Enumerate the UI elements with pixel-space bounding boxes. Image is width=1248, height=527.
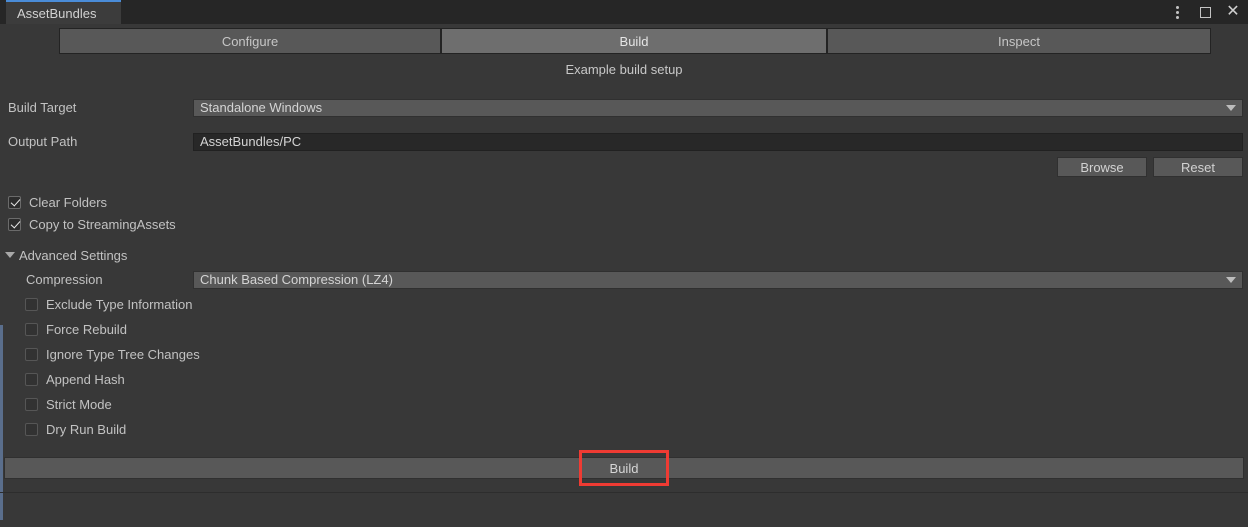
compression-row: Compression Chunk Based Compression (LZ4… <box>0 269 1248 290</box>
compression-dropdown[interactable]: Chunk Based Compression (LZ4) <box>193 270 1243 289</box>
toggle-dry-run-build[interactable]: Dry Run Build <box>25 419 126 439</box>
mode-toolbar: Configure Build Inspect <box>0 28 1248 54</box>
assetbundles-window: AssetBundles ✕ Configure Build Inspect E… <box>0 0 1248 527</box>
checkbox-checked-icon[interactable] <box>8 217 21 231</box>
build-button[interactable]: Build <box>4 457 1244 479</box>
window-controls: ✕ <box>1168 0 1242 24</box>
toggle-copy-streamingassets[interactable]: Copy to StreamingAssets <box>8 214 176 234</box>
toggle-ignore-type-tree-changes-label: Ignore Type Tree Changes <box>46 346 200 362</box>
maximize-icon[interactable] <box>1196 3 1214 21</box>
toggle-copy-streamingassets-label: Copy to StreamingAssets <box>29 216 176 232</box>
compression-value: Chunk Based Compression (LZ4) <box>200 272 393 287</box>
checkbox-unchecked-icon[interactable] <box>25 397 38 411</box>
checkbox-checked-icon[interactable] <box>8 195 21 209</box>
browse-button[interactable]: Browse <box>1057 157 1147 177</box>
checkbox-unchecked-icon[interactable] <box>25 297 38 311</box>
triangle-down-icon <box>5 252 15 258</box>
toggle-dry-run-build-label: Dry Run Build <box>46 421 127 437</box>
window-tab-assetbundles[interactable]: AssetBundles <box>6 0 121 24</box>
reset-button-label: Reset <box>1181 159 1215 175</box>
checkbox-unchecked-icon[interactable] <box>25 422 38 436</box>
output-path-value: AssetBundles/PC <box>200 134 302 149</box>
checkbox-unchecked-icon[interactable] <box>25 372 38 386</box>
output-path-row: Output Path AssetBundles/PC <box>0 131 1248 152</box>
toggle-append-hash[interactable]: Append Hash <box>25 369 125 389</box>
tab-build[interactable]: Build <box>441 28 827 54</box>
chevron-down-icon <box>1226 276 1236 283</box>
maximize-square <box>1199 6 1211 18</box>
toggle-exclude-type-information[interactable]: Exclude Type Information <box>25 294 192 314</box>
output-path-input[interactable]: AssetBundles/PC <box>193 132 1243 151</box>
build-target-dropdown[interactable]: Standalone Windows <box>193 98 1243 117</box>
kebab-menu-icon[interactable] <box>1168 3 1186 21</box>
title-bar: AssetBundles ✕ <box>0 0 1248 24</box>
reset-button[interactable]: Reset <box>1153 157 1243 177</box>
browse-button-label: Browse <box>1080 159 1124 175</box>
compression-label: Compression <box>26 272 103 287</box>
build-button-label: Build <box>609 460 639 476</box>
tab-inspect[interactable]: Inspect <box>827 28 1211 54</box>
build-target-row: Build Target Standalone Windows <box>0 97 1248 118</box>
toggle-append-hash-label: Append Hash <box>46 371 125 387</box>
tab-configure[interactable]: Configure <box>59 28 441 54</box>
checkbox-unchecked-icon[interactable] <box>25 347 38 361</box>
toggle-force-rebuild[interactable]: Force Rebuild <box>25 319 127 339</box>
left-edge-strip <box>0 325 3 520</box>
toggle-clear-folders[interactable]: Clear Folders <box>8 192 107 212</box>
close-glyph: ✕ <box>1226 3 1240 20</box>
tab-configure-label: Configure <box>221 33 279 49</box>
advanced-settings-foldout[interactable]: Advanced Settings <box>5 245 127 265</box>
toggle-ignore-type-tree-changes[interactable]: Ignore Type Tree Changes <box>25 344 200 364</box>
toggle-exclude-type-information-label: Exclude Type Information <box>46 296 193 312</box>
toggle-clear-folders-label: Clear Folders <box>29 194 108 210</box>
page-subtitle: Example build setup <box>565 62 683 77</box>
toggle-strict-mode[interactable]: Strict Mode <box>25 394 112 414</box>
chevron-down-icon <box>1226 104 1236 111</box>
footer-divider <box>0 492 1248 493</box>
kebab-dots <box>1175 5 1179 19</box>
advanced-settings-label: Advanced Settings <box>19 247 128 263</box>
tab-build-label: Build <box>619 33 649 49</box>
window-tab-label: AssetBundles <box>17 5 97 21</box>
checkbox-unchecked-icon[interactable] <box>25 322 38 336</box>
close-icon[interactable]: ✕ <box>1224 3 1242 21</box>
tab-inspect-label: Inspect <box>998 33 1040 49</box>
output-path-label: Output Path <box>8 134 78 149</box>
toggle-force-rebuild-label: Force Rebuild <box>46 321 127 337</box>
build-target-value: Standalone Windows <box>200 100 323 115</box>
toggle-strict-mode-label: Strict Mode <box>46 396 112 412</box>
build-target-label: Build Target <box>8 100 77 115</box>
